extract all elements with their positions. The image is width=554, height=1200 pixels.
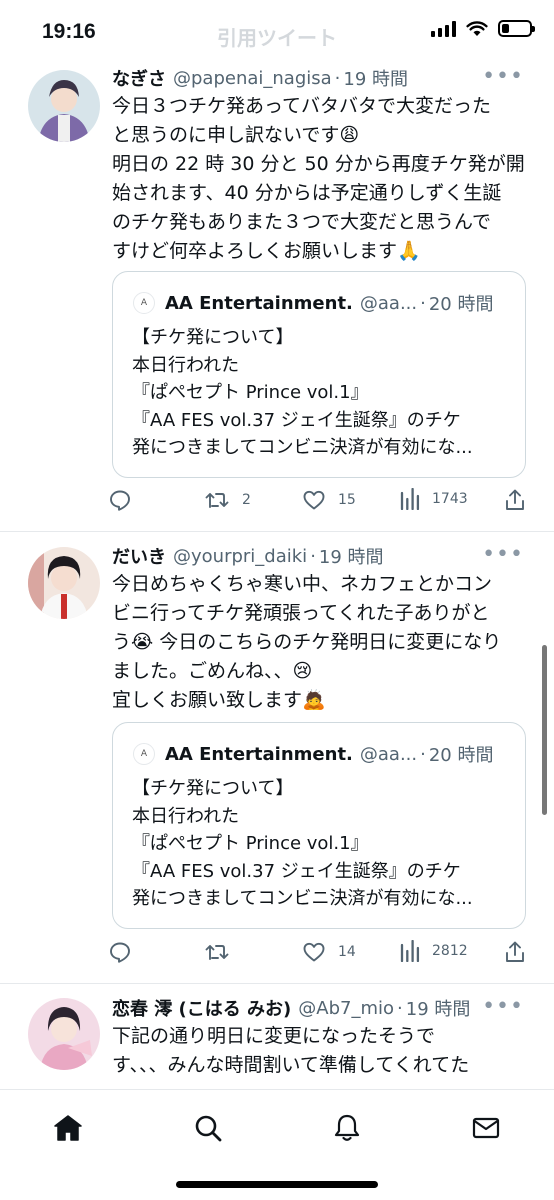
home-indicator[interactable] (176, 1181, 378, 1188)
tweet-actions: 14 2812 (108, 940, 528, 968)
status-time: 19:16 (42, 20, 96, 43)
more-options-icon[interactable]: ••• (482, 64, 524, 89)
heart-icon (303, 490, 325, 510)
tweet-card[interactable]: だいき @yourpri_daiki · 19 時間 ••• 今日めちゃくちゃ寒… (0, 532, 554, 984)
retweet-button[interactable] (204, 940, 242, 964)
reply-icon (110, 490, 130, 511)
tweet-time[interactable]: 19 時間 (406, 995, 471, 1021)
tweet-time[interactable]: 19 時間 (343, 65, 408, 91)
display-name[interactable]: だいき (112, 543, 166, 569)
display-name[interactable]: なぎさ (112, 65, 166, 91)
battery-icon (498, 20, 535, 37)
search-icon (195, 1115, 222, 1142)
home-icon (54, 1115, 82, 1141)
nav-search[interactable] (188, 1108, 228, 1148)
quoted-time: 20 時間 (428, 294, 494, 315)
tweet-header: なぎさ @papenai_nagisa · 19 時間 (112, 64, 408, 92)
retweet-icon (205, 945, 229, 960)
share-icon (506, 489, 524, 510)
mail-icon (472, 1117, 500, 1139)
quoted-tweet[interactable]: A AA Entertainment. @aa... · 20 時間 【チケ発に… (112, 271, 526, 478)
nav-home[interactable] (48, 1108, 88, 1148)
tweet-text: 下記の通り明日に変更になったそうで す、、、みんな時間割いて準備してくれてた (112, 1025, 470, 1076)
quoted-display-name: AA Entertainment. (165, 743, 353, 765)
tweet-header: だいき @yourpri_daiki · 19 時間 (112, 542, 384, 570)
nav-messages[interactable] (466, 1108, 506, 1148)
user-handle[interactable]: @papenai_nagisa (173, 68, 332, 89)
like-button[interactable]: 14 (302, 940, 356, 964)
quoted-avatar: A (133, 292, 155, 314)
quoted-tweet[interactable]: A AA Entertainment. @aa... · 20 時間 【チケ発に… (112, 722, 526, 929)
reply-icon (110, 942, 130, 963)
views-icon (400, 940, 420, 962)
retweet-icon (205, 493, 229, 508)
like-count: 14 (338, 944, 356, 960)
avatar[interactable] (28, 547, 100, 619)
view-count: 1743 (432, 491, 468, 507)
tweet-card[interactable]: 恋春 澪 (こはる みお) @Ab7_mio · 19 時間 ••• 下記の通り… (0, 984, 554, 1089)
wifi-icon (466, 20, 488, 36)
tweet-time[interactable]: 19 時間 (319, 543, 384, 569)
share-button[interactable] (504, 488, 526, 512)
views-icon (400, 488, 420, 510)
quoted-avatar: A (133, 743, 155, 765)
tweet-card[interactable]: なぎさ @papenai_nagisa · 19 時間 ••• 今日３つチケ発あ… (0, 64, 554, 532)
status-bar: 引用ツイート 19:16 (0, 0, 554, 64)
tweet-actions: 2 15 1743 (108, 488, 528, 516)
avatar[interactable] (28, 998, 100, 1070)
cellular-signal-icon (431, 20, 456, 37)
views-button[interactable]: 1743 (400, 488, 468, 510)
quoted-text: 【チケ発について】 本日行われた 『ぱぺセプト Prince vol.1』 『A… (132, 327, 473, 458)
like-button[interactable]: 15 (302, 488, 356, 512)
user-handle[interactable]: @Ab7_mio (298, 998, 394, 1019)
share-icon (506, 941, 524, 962)
scrollbar[interactable] (542, 645, 547, 815)
more-options-icon[interactable]: ••• (482, 994, 524, 1019)
reply-button[interactable] (108, 488, 132, 512)
quoted-handle: @aa... (359, 743, 418, 765)
quoted-time: 20 時間 (428, 745, 494, 766)
retweet-count: 2 (242, 492, 251, 508)
avatar[interactable] (28, 70, 100, 142)
view-count: 2812 (432, 943, 468, 959)
quoted-handle: @aa... (359, 292, 418, 314)
nav-notifications[interactable] (327, 1108, 367, 1148)
share-button[interactable] (504, 940, 526, 964)
display-name[interactable]: 恋春 澪 (こはる みお) (112, 995, 291, 1021)
tweet-text: 今日めちゃくちゃ寒い中、ネカフェとかコン ビニ行ってチケ発頑張ってくれた子ありが… (112, 573, 502, 711)
like-count: 15 (338, 492, 356, 508)
tweet-header: 恋春 澪 (こはる みお) @Ab7_mio · 19 時間 (112, 994, 470, 1022)
user-handle[interactable]: @yourpri_daiki (173, 546, 307, 567)
heart-icon (303, 942, 325, 962)
tweet-text: 今日３つチケ発あってバタバタで大変だった と思うのに申し訳ないです😩 明日の 2… (112, 95, 525, 262)
bell-icon (334, 1114, 360, 1141)
reply-button[interactable] (108, 940, 132, 964)
quoted-text: 【チケ発について】 本日行われた 『ぱぺセプト Prince vol.1』 『A… (132, 778, 473, 909)
views-button[interactable]: 2812 (400, 940, 468, 962)
more-options-icon[interactable]: ••• (482, 542, 524, 567)
retweet-button[interactable]: 2 (204, 488, 251, 512)
quoted-display-name: AA Entertainment. (165, 292, 353, 314)
